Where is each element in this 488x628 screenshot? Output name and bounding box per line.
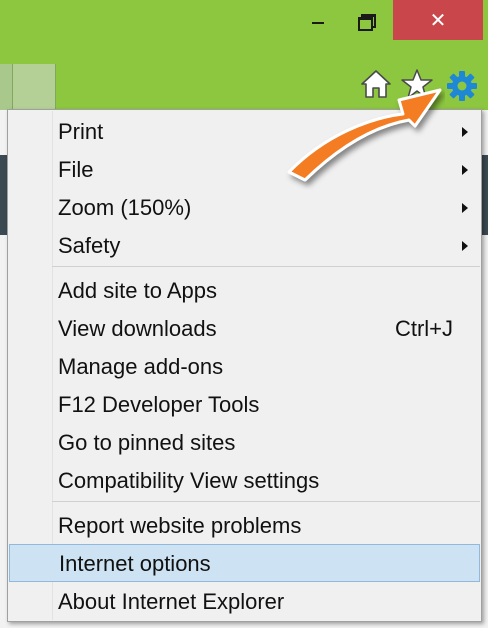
menu-item-label: View downloads	[58, 316, 217, 341]
menu-item-label: Report website problems	[58, 513, 302, 538]
menu-item-add-site-to-apps[interactable]: Add site to Apps	[9, 272, 480, 309]
menu-item-safety[interactable]: Safety	[9, 227, 480, 264]
menu-item-report-website-problems[interactable]: Report website problems	[9, 507, 480, 544]
close-icon: ✕	[429, 9, 447, 32]
menu-item-manage-add-ons[interactable]: Manage add-ons	[9, 348, 480, 385]
browser-tabs	[0, 64, 56, 110]
restore-icon-front	[358, 17, 373, 31]
menu-item-go-to-pinned-sites[interactable]: Go to pinned sites	[9, 424, 480, 461]
submenu-arrow-icon	[462, 165, 468, 175]
home-icon[interactable]	[360, 68, 392, 100]
menu-separator	[52, 266, 480, 267]
menu-item-label: F12 Developer Tools	[58, 392, 260, 417]
tools-menu: Print File Zoom (150%) Safety Add site t…	[7, 109, 482, 622]
menu-item-shortcut: Ctrl+J	[394, 316, 453, 341]
menu-item-file[interactable]: File	[9, 151, 480, 188]
submenu-arrow-icon	[462, 241, 468, 251]
menu-item-zoom[interactable]: Zoom (150%)	[9, 189, 480, 226]
menu-item-internet-options[interactable]: Internet options	[9, 544, 480, 582]
menu-item-f12-developer-tools[interactable]: F12 Developer Tools	[9, 386, 480, 423]
minimize-icon	[312, 22, 324, 24]
menu-item-label: Zoom (150%)	[58, 195, 192, 220]
menu-item-print[interactable]: Print	[9, 113, 480, 150]
menu-item-about-internet-explorer[interactable]: About Internet Explorer	[9, 583, 480, 620]
menu-item-label: Print	[58, 119, 104, 144]
menu-separator	[52, 501, 480, 502]
tab-left[interactable]	[0, 64, 13, 110]
menu-item-label: Add site to Apps	[58, 278, 217, 303]
close-button[interactable]: ✕	[393, 0, 483, 40]
menu-item-view-downloads[interactable]: View downloads Ctrl+J	[9, 310, 480, 347]
menu-item-label: Internet options	[59, 551, 211, 576]
tab-active[interactable]	[13, 64, 56, 110]
submenu-arrow-icon	[462, 203, 468, 213]
menu-item-label: Safety	[58, 233, 121, 258]
minimize-button[interactable]	[296, 0, 340, 40]
title-bar: ✕	[0, 0, 488, 110]
submenu-arrow-icon	[462, 127, 468, 137]
menu-item-label: Go to pinned sites	[58, 430, 236, 455]
menu-item-label: File	[58, 157, 94, 182]
favorites-star-icon[interactable]	[401, 68, 433, 100]
menu-item-label: Manage add-ons	[58, 354, 224, 379]
menu-item-label: Compatibility View settings	[58, 468, 320, 493]
menu-item-label: About Internet Explorer	[58, 589, 285, 614]
menu-item-compatibility-view-settings[interactable]: Compatibility View settings	[9, 462, 480, 499]
tools-gear-icon[interactable]	[446, 70, 478, 102]
restore-button[interactable]	[344, 0, 388, 40]
